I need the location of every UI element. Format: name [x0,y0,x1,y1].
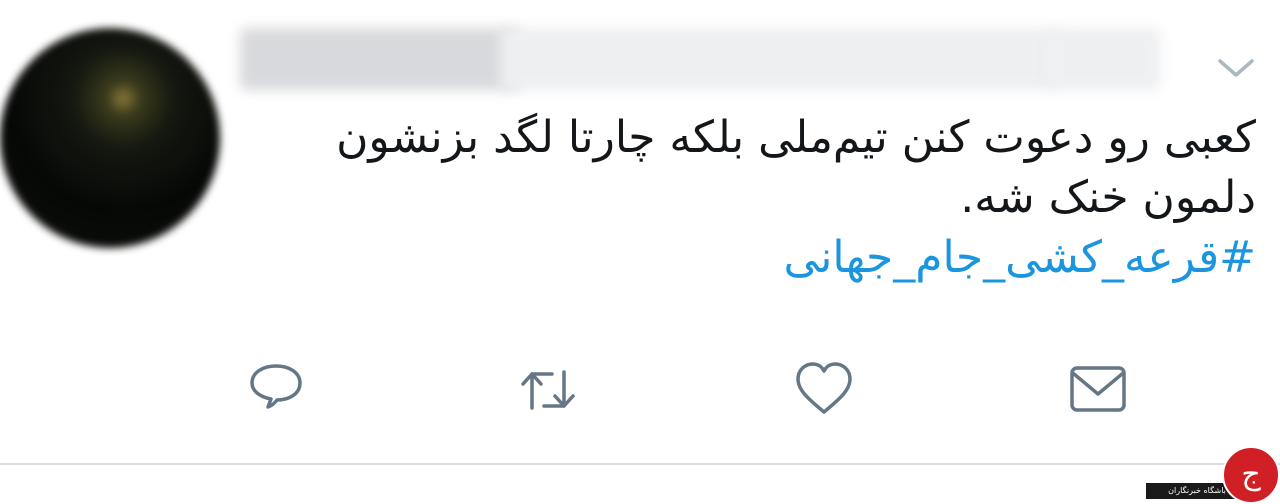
author-handle-blurred[interactable] [500,28,1060,90]
tweet-text-line-1: کعبی رو دعوت کنن تیم‌ملی بلکه چارتا لگد … [336,112,1256,163]
tweet-actions [0,360,1280,420]
tweet-divider [0,463,1280,465]
chevron-down-icon[interactable] [1216,56,1256,80]
avatar[interactable] [0,28,220,248]
reply-icon[interactable] [246,360,306,420]
author-display-name-blurred[interactable] [240,28,520,90]
retweet-icon[interactable] [518,360,578,420]
envelope-icon[interactable] [1068,360,1128,420]
tweet-text-line-2: دلمون خنک شه. [960,172,1256,223]
heart-icon[interactable] [794,360,854,420]
tweet-timestamp-blurred [1050,28,1160,90]
hashtag-link[interactable]: #قرعه_کشی_جام_جهانی [783,232,1256,283]
watermark-logo: ج [1222,446,1280,504]
watermark: باشگاه خبرنگاران ج [1142,444,1280,504]
tweet-text: کعبی رو دعوت کنن تیم‌ملی بلکه چارتا لگد … [252,108,1256,288]
